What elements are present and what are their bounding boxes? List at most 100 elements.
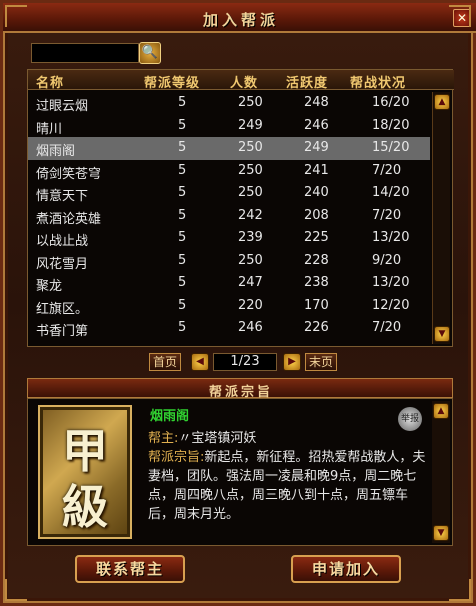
window-title: 加入帮派 [202, 11, 279, 29]
leader-label: 帮主: [148, 431, 179, 446]
cell-count: 247 [238, 275, 263, 290]
cell-name: 煮酒论英雄 [36, 211, 102, 227]
cell-level: 5 [178, 95, 187, 110]
cell-war: 18/20 [372, 117, 410, 133]
scroll-down-icon[interactable]: ▼ [434, 326, 450, 342]
cell-name: 风花雪月 [36, 256, 89, 272]
cell-level: 5 [178, 162, 187, 178]
cell-level: 5 [178, 117, 187, 133]
cell-level: 5 [178, 140, 187, 155]
guild-rows: 过眼云烟 5 250 248 16/20 晴川 5 249 246 18/20 烟雨阁 5 250 249… [28, 92, 430, 340]
corner-ornament [5, 579, 27, 601]
cell-war: 13/20 [372, 230, 410, 245]
cell-count: 239 [238, 230, 263, 245]
cell-active: 228 [304, 252, 329, 268]
cell-count: 242 [238, 207, 263, 223]
header-active[interactable]: 活跃度 [286, 72, 328, 91]
cell-count: 250 [238, 162, 263, 178]
cell-active: 249 [304, 140, 329, 155]
cell-war: 7/20 [372, 320, 402, 335]
cell-count: 246 [238, 320, 263, 335]
cell-count: 250 [238, 95, 263, 110]
cell-active: 246 [304, 117, 329, 133]
cell-name: 过眼云烟 [36, 99, 89, 114]
cell-level: 5 [178, 185, 187, 200]
table-row[interactable]: 红旗区。 5 220 170 12/20 [28, 295, 430, 318]
table-row[interactable]: 晴川 5 249 246 18/20 [28, 115, 430, 138]
emblem-char: 級 [62, 480, 108, 534]
table-row[interactable]: 倚剑笑苍穹 5 250 241 7/20 [28, 160, 430, 183]
cell-active: 226 [304, 320, 329, 335]
cell-count: 250 [238, 185, 263, 200]
cell-name: 书香门第 [36, 324, 89, 339]
list-header: 名称 帮派等级 人数 活跃度 帮战状况 [28, 70, 454, 91]
cell-level: 5 [178, 207, 187, 223]
header-name[interactable]: 名称 [36, 72, 64, 91]
table-row[interactable]: 过眼云烟 5 250 248 16/20 [28, 92, 430, 115]
last-page-button[interactable]: 末页 [305, 353, 337, 371]
header-count[interactable]: 人数 [230, 72, 258, 91]
corner-ornament [5, 5, 27, 27]
cell-level: 5 [178, 252, 187, 268]
cell-active: 248 [304, 95, 329, 110]
search-icon: 🔍 [141, 45, 159, 60]
search-button[interactable]: 🔍 [139, 42, 161, 64]
cell-count: 250 [238, 252, 263, 268]
search-input[interactable] [31, 43, 139, 63]
report-button[interactable]: 举报 [398, 407, 422, 431]
cell-name: 红旗区。 [36, 301, 89, 317]
guild-list: 名称 帮派等级 人数 活跃度 帮战状况 过眼云烟 5 250 248 16/20 晴川 5 2… [27, 69, 454, 347]
cell-active: 170 [304, 297, 329, 313]
scroll-up-icon[interactable]: ▲ [433, 403, 449, 419]
cell-active: 208 [304, 207, 329, 223]
table-row[interactable]: 以战止战 5 239 225 13/20 [28, 227, 430, 250]
corner-ornament [449, 5, 471, 27]
table-row[interactable]: 聚龙 5 247 238 13/20 [28, 272, 430, 295]
cell-war: 9/20 [372, 252, 402, 268]
cell-active: 241 [304, 162, 329, 178]
cell-active: 238 [304, 275, 329, 290]
guild-description: 帮主:〃宝塔镇河妖 帮派宗旨:新起点，新征程。招热爱帮战散人，夫妻档，团队。强法… [148, 429, 428, 524]
prev-page-icon[interactable]: ◀ [191, 353, 209, 371]
purpose-label: 帮派宗旨: [148, 450, 205, 465]
scroll-up-icon[interactable]: ▲ [434, 94, 450, 110]
header-level[interactable]: 帮派等级 [144, 72, 200, 91]
header-war[interactable]: 帮战状况 [350, 72, 406, 91]
table-row[interactable]: 情意天下 5 250 240 14/20 [28, 182, 430, 205]
table-row[interactable]: 书香门第 5 246 226 7/20 [28, 317, 430, 340]
cell-level: 5 [178, 320, 187, 335]
first-page-button[interactable]: 首页 [149, 353, 181, 371]
cell-name: 烟雨阁 [36, 144, 76, 159]
cell-name: 情意天下 [36, 189, 89, 204]
cell-war: 14/20 [372, 185, 410, 200]
table-row[interactable]: 煮酒论英雄 5 242 208 7/20 [28, 205, 430, 228]
cell-name: 聚龙 [36, 279, 63, 294]
cell-war: 13/20 [372, 275, 410, 290]
table-row[interactable]: 风花雪月 5 250 228 9/20 [28, 250, 430, 273]
cell-war: 12/20 [372, 297, 410, 313]
apply-join-button[interactable]: 申请加入 [291, 555, 401, 583]
list-scrollbar[interactable]: ▲ ▼ [432, 92, 450, 344]
guild-join-window: 加入帮派 ✕ 🔍 名称 帮派等级 人数 活跃度 帮战状况 过眼云烟 5 250 248… [0, 0, 476, 606]
guild-name: 烟雨阁 [150, 409, 190, 424]
detail-scrollbar[interactable]: ▲ ▼ [432, 401, 450, 543]
cell-name: 以战止战 [36, 234, 89, 249]
guild-detail: 甲 級 烟雨阁 举报 帮主:〃宝塔镇河妖 帮派宗旨:新起点，新征程。招热爱帮战散… [27, 398, 453, 546]
contact-leader-button[interactable]: 联系帮主 [75, 555, 185, 583]
next-page-icon[interactable]: ▶ [283, 353, 301, 371]
leader-value: 〃宝塔镇河妖 [178, 431, 257, 446]
cell-active: 240 [304, 185, 329, 200]
cell-name: 倚剑笑苍穹 [36, 166, 102, 182]
cell-war: 15/20 [372, 140, 410, 155]
guild-emblem: 甲 級 [38, 405, 132, 539]
table-row[interactable]: 烟雨阁 5 250 249 15/20 [28, 137, 430, 160]
title-bar[interactable]: 加入帮派 ✕ [3, 3, 476, 33]
scroll-down-icon[interactable]: ▼ [433, 525, 449, 541]
cell-count: 249 [238, 117, 263, 133]
cell-war: 16/20 [372, 95, 410, 110]
corner-ornament [449, 579, 471, 601]
cell-count: 220 [238, 297, 263, 313]
cell-count: 250 [238, 140, 263, 155]
cell-level: 5 [178, 275, 187, 290]
cell-level: 5 [178, 230, 187, 245]
